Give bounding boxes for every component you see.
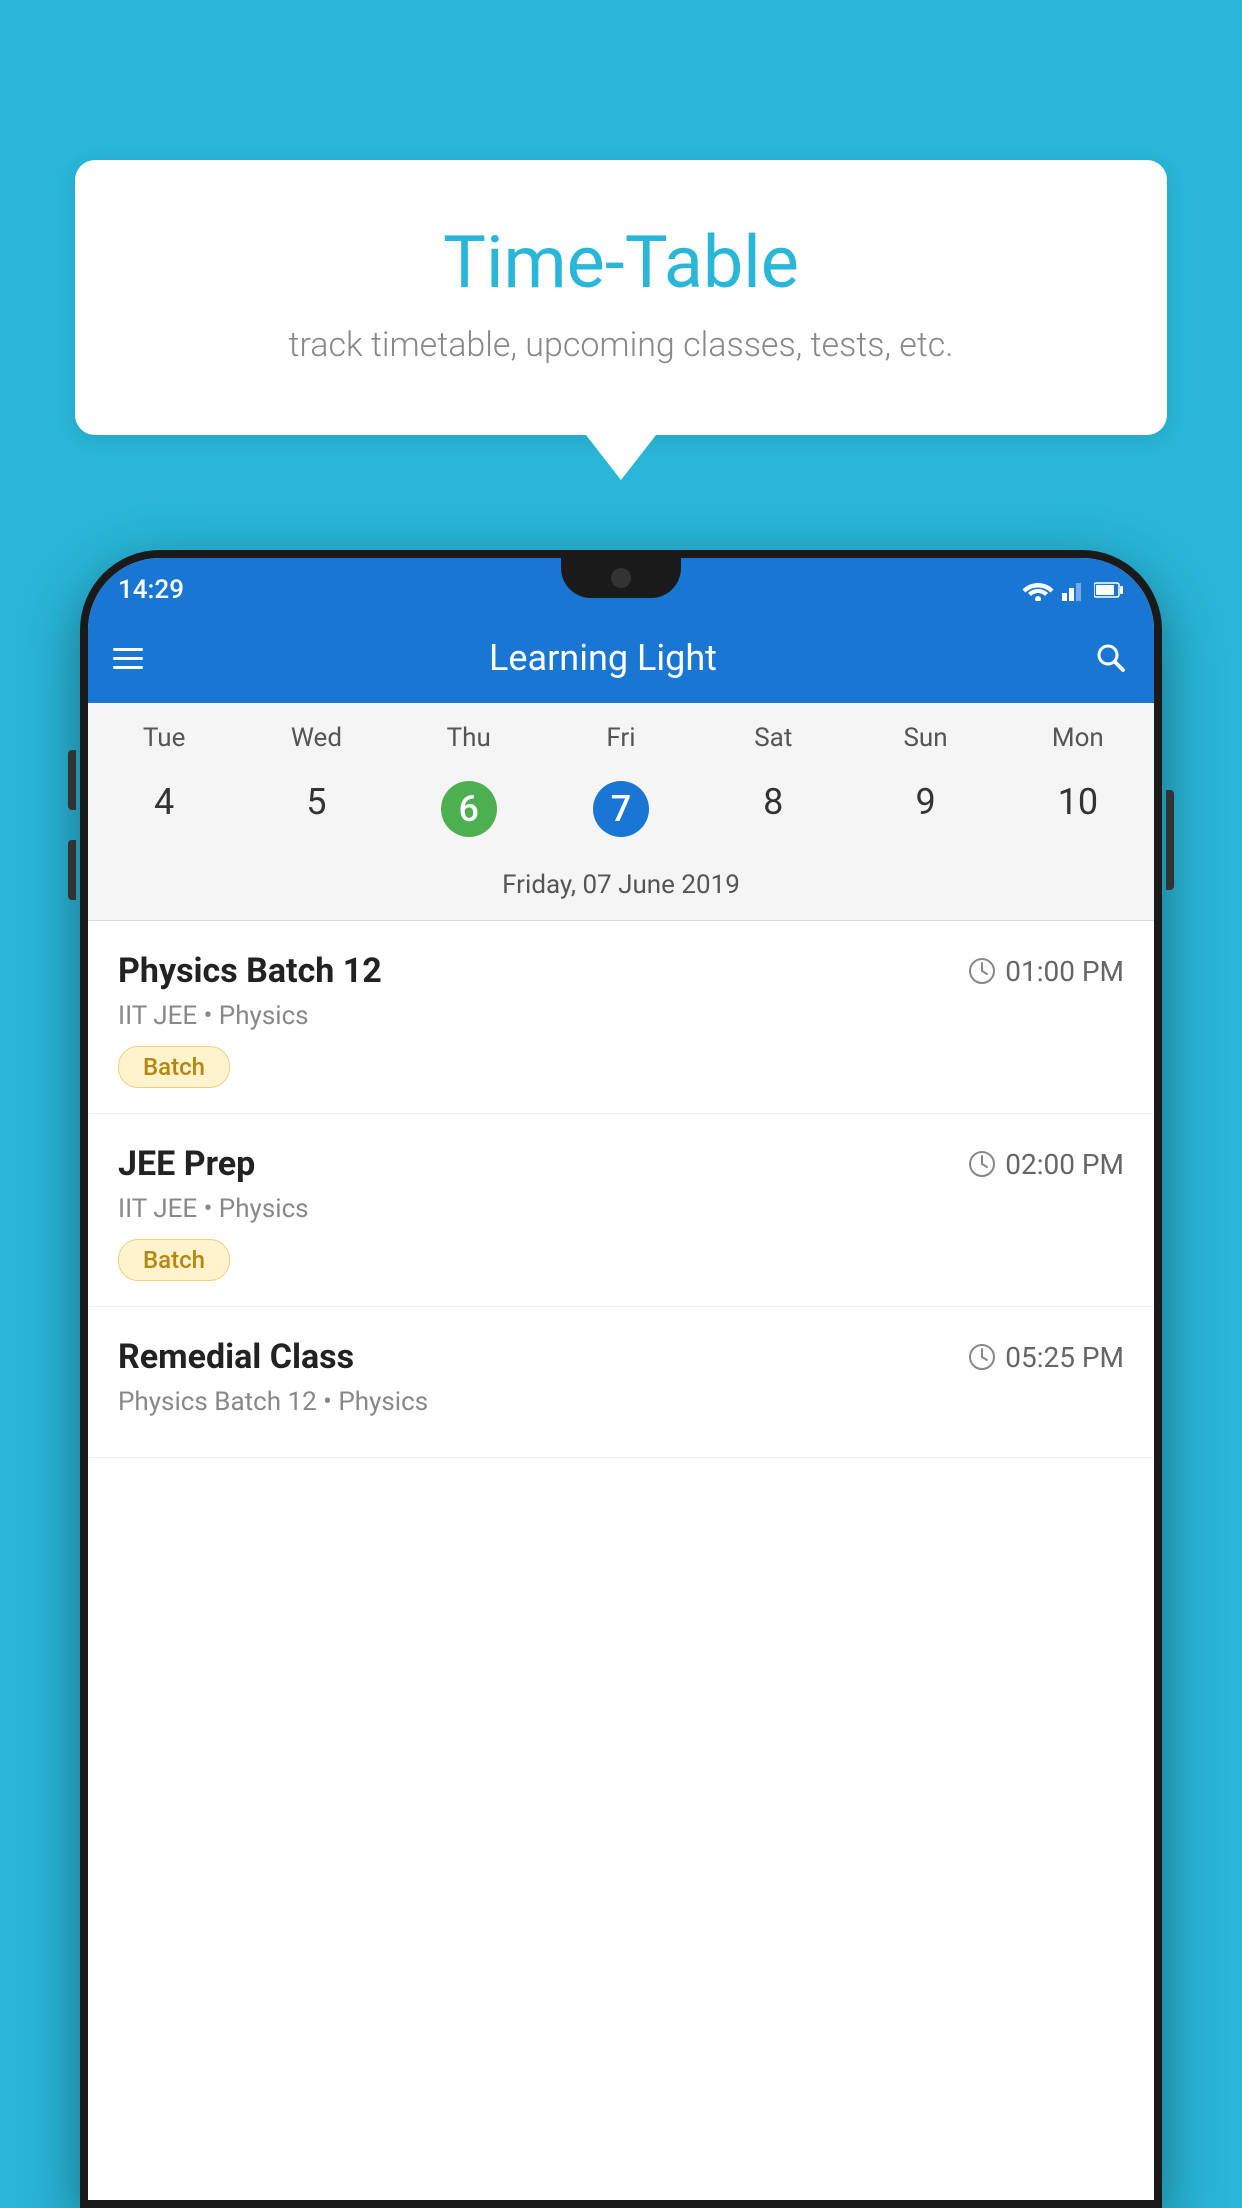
menu-line-1	[113, 648, 143, 651]
day-wed[interactable]: Wed	[240, 723, 392, 753]
schedule-subtitle-2: IIT JEE • Physics	[118, 1194, 1124, 1224]
side-button-power	[1166, 790, 1174, 890]
side-button-vol-down	[68, 840, 76, 900]
status-time: 14:29	[118, 567, 184, 605]
schedule-title-2: JEE Prep	[118, 1144, 255, 1184]
schedule-time-3: 05:25 PM	[967, 1341, 1124, 1374]
app-bar: Learning Light	[88, 613, 1154, 703]
schedule-list: Physics Batch 12 01:00 PM IIT JEE • Phys…	[88, 921, 1154, 1458]
menu-line-2	[113, 657, 143, 660]
schedule-subtitle-1: IIT JEE • Physics	[118, 1001, 1124, 1031]
tooltip-title: Time-Table	[125, 220, 1117, 305]
date-6-today[interactable]: 6	[393, 773, 545, 845]
clock-icon-3	[967, 1342, 997, 1372]
signal-icon	[1062, 579, 1086, 601]
date-9[interactable]: 9	[849, 773, 1001, 845]
date-5[interactable]: 5	[240, 773, 392, 845]
app-title: Learning Light	[163, 637, 1043, 679]
date-7-selected[interactable]: 7	[545, 773, 697, 845]
clock-icon-1	[967, 956, 997, 986]
schedule-item-2-header: JEE Prep 02:00 PM	[118, 1144, 1124, 1184]
schedule-subtitle-3: Physics Batch 12 • Physics	[118, 1387, 1124, 1417]
schedule-item-3[interactable]: Remedial Class 05:25 PM Physics Batch 12…	[88, 1307, 1154, 1458]
tooltip-container: Time-Table track timetable, upcoming cla…	[75, 160, 1167, 435]
batch-badge-2: Batch	[118, 1239, 230, 1281]
selected-date-label: Friday, 07 June 2019	[88, 860, 1154, 921]
schedule-title-3: Remedial Class	[118, 1337, 354, 1377]
calendar-dates: 4 5 6 7 8 9 10	[88, 763, 1154, 860]
wifi-icon	[1022, 579, 1054, 601]
tooltip-bubble: Time-Table track timetable, upcoming cla…	[75, 160, 1167, 435]
day-sat[interactable]: Sat	[697, 723, 849, 753]
day-sun[interactable]: Sun	[849, 723, 1001, 753]
date-4[interactable]: 4	[88, 773, 240, 845]
batch-badge-1: Batch	[118, 1046, 230, 1088]
menu-button[interactable]	[113, 648, 143, 669]
status-icons	[1022, 571, 1124, 601]
date-10[interactable]: 10	[1002, 773, 1154, 845]
schedule-item-3-header: Remedial Class 05:25 PM	[118, 1337, 1124, 1377]
phone-notch	[561, 558, 681, 598]
schedule-time-2: 02:00 PM	[967, 1148, 1124, 1181]
battery-icon	[1094, 581, 1124, 599]
phone-screen: 14:29	[88, 558, 1154, 2200]
clock-icon-2	[967, 1149, 997, 1179]
date-8[interactable]: 8	[697, 773, 849, 845]
calendar-days-header: Tue Wed Thu Fri Sat Sun Mon	[88, 703, 1154, 763]
schedule-item-1-header: Physics Batch 12 01:00 PM	[118, 951, 1124, 991]
menu-line-3	[113, 666, 143, 669]
calendar-section: Tue Wed Thu Fri Sat Sun Mon 4 5 6 7 8 9	[88, 703, 1154, 921]
day-tue[interactable]: Tue	[88, 723, 240, 753]
schedule-item-1[interactable]: Physics Batch 12 01:00 PM IIT JEE • Phys…	[88, 921, 1154, 1114]
search-icon[interactable]	[1093, 640, 1129, 676]
schedule-title-1: Physics Batch 12	[118, 951, 382, 991]
day-thu[interactable]: Thu	[393, 723, 545, 753]
schedule-time-1: 01:00 PM	[967, 955, 1124, 988]
schedule-item-2[interactable]: JEE Prep 02:00 PM IIT JEE • Physics Batc…	[88, 1114, 1154, 1307]
side-button-vol-up	[68, 750, 76, 810]
tooltip-subtitle: track timetable, upcoming classes, tests…	[125, 325, 1117, 365]
front-camera	[611, 568, 631, 588]
day-fri[interactable]: Fri	[545, 723, 697, 753]
day-mon[interactable]: Mon	[1002, 723, 1154, 753]
phone-frame: 14:29	[80, 550, 1162, 2208]
